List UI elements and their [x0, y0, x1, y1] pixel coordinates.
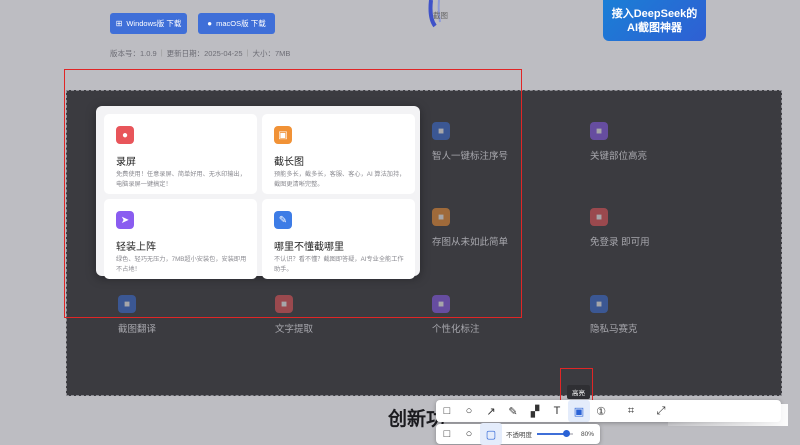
- opacity-value: 80%: [581, 430, 595, 438]
- highlight-tool-button[interactable]: ▣: [568, 400, 590, 422]
- file-size: 大小：7MB: [252, 49, 291, 58]
- circle-icon: ○: [465, 428, 473, 440]
- scan-icon: ⌗: [627, 404, 635, 417]
- version-info: 版本号：1.0.9 | 更新日期：2025-04-25 | 大小：7MB: [110, 48, 291, 58]
- rectangle-icon: □: [443, 428, 451, 440]
- number-tool-button[interactable]: ①: [590, 400, 612, 422]
- highlight-icon: ▣: [573, 405, 585, 418]
- opacity-label: 不透明度: [506, 432, 532, 439]
- dimmed-feature-title: 文字提取: [275, 324, 314, 335]
- opacity-slider[interactable]: [537, 430, 573, 437]
- bulb-icon: ■: [590, 122, 608, 140]
- toolbar-fade: [668, 404, 788, 426]
- pen-tool-button[interactable]: ✎: [502, 400, 524, 422]
- windows-download-button[interactable]: ⊞ Windows版 下载: [110, 13, 187, 34]
- rectangle-icon: □: [443, 405, 451, 417]
- macos-download-label: macOS版 下载: [216, 19, 266, 28]
- number-icon: ①: [596, 405, 606, 418]
- arrow-icon: ↗: [486, 405, 496, 418]
- apple-icon: ●: [207, 18, 213, 28]
- hero-caption: 截图: [433, 11, 448, 20]
- dimmed-feature-title: 截图翻译: [118, 324, 157, 335]
- pen-icon: ✎: [508, 405, 518, 418]
- rectangle-tool-button[interactable]: □: [436, 400, 458, 422]
- mosaic-tool-button[interactable]: ▞: [524, 400, 546, 422]
- deepseek-promo-banner[interactable]: 接入DeepSeek的 AI截图神器: [603, 0, 706, 41]
- highlight-tooltip: 高亮: [567, 385, 590, 399]
- ellipse-tool-button[interactable]: ○: [458, 400, 480, 422]
- dimmed-feature-card: ■ 关键部位高亮: [590, 122, 740, 204]
- expand-icon: ⤢: [656, 404, 666, 417]
- promo-line-1: 接入DeepSeek的: [611, 7, 698, 20]
- arrow-tool-button[interactable]: ↗: [480, 400, 502, 422]
- check-icon: ■: [590, 208, 608, 226]
- dimmed-feature-card: ■ 免登录 即可用: [590, 208, 740, 290]
- highlight-options-toolbar: □ ○ ▢ 不透明度 80%: [436, 423, 600, 445]
- circle-icon: ○: [465, 405, 473, 417]
- version-number: 版本号：1.0.9: [110, 49, 157, 58]
- ocr-tool-button[interactable]: ⌗: [620, 400, 642, 422]
- windows-download-label: Windows版 下载: [126, 19, 182, 28]
- update-date: 更新日期：2025-04-25: [166, 49, 243, 58]
- mosaic-icon: ▞: [530, 405, 540, 418]
- dimmed-feature-title: 关键部位高亮: [590, 151, 648, 162]
- dimmed-feature-card: ■ 隐私马赛克: [590, 295, 740, 377]
- text-icon: T: [553, 405, 561, 417]
- rounded-rectangle-icon: ▢: [485, 428, 497, 441]
- dimmed-feature-title: 个性化标注: [432, 324, 480, 335]
- opacity-slider-thumb[interactable]: [562, 430, 570, 437]
- macos-download-button[interactable]: ● macOS版 下载: [198, 13, 275, 34]
- promo-line-2: AI截图神器: [627, 21, 682, 34]
- windows-icon: ⊞: [115, 18, 123, 28]
- mosaic-icon: ■: [590, 295, 608, 313]
- text-tool-button[interactable]: T: [546, 400, 568, 422]
- dimmed-feature-title: 隐私马赛克: [590, 324, 638, 335]
- annotation-rectangle-large: [64, 69, 522, 318]
- dimmed-feature-title: 免登录 即可用: [590, 237, 650, 248]
